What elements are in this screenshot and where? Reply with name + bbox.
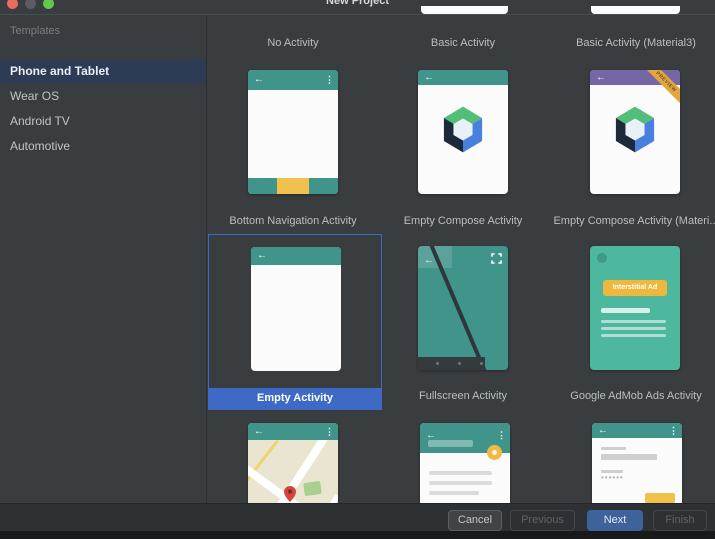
sidebar-header: Templates <box>10 25 60 37</box>
next-button[interactable]: Next <box>587 510 643 531</box>
template-card-google-maps-activity[interactable]: ← ⋮ <box>248 423 338 503</box>
sidebar-item-phone-and-tablet[interactable]: Phone and Tablet <box>0 59 206 84</box>
template-card-google-admob-ads-activity[interactable]: Interstitial Ad <box>590 246 680 370</box>
selected-template-cell-empty-activity[interactable]: ← Empty Activity <box>208 234 382 410</box>
cancel-button[interactable]: Cancel <box>448 510 502 531</box>
templates-sidebar: Templates Phone and Tablet Wear OS Andro… <box>0 16 207 503</box>
thumbnail-title-placeholder <box>428 440 473 447</box>
new-project-dialog: New Project Templates Phone and Tablet W… <box>0 0 715 539</box>
template-grid: No Activity Basic Activity Basic Activit… <box>208 16 715 503</box>
thumbnail-text-line <box>601 320 666 323</box>
fullscreen-expand-icon <box>491 251 502 269</box>
thumbnail-navigation-bar <box>418 357 485 370</box>
template-label-bottom-navigation-activity[interactable]: Bottom Navigation Activity <box>208 215 380 227</box>
back-arrow-icon: ← <box>254 427 264 437</box>
nav-segment <box>248 178 277 194</box>
template-card-bottom-edge <box>591 6 680 14</box>
back-arrow-icon: ← <box>257 251 267 261</box>
template-label-empty-compose-activity-material3[interactable]: Empty Compose Activity (Materi... <box>549 215 715 227</box>
sidebar-item-wear-os[interactable]: Wear OS <box>0 84 206 109</box>
overflow-menu-icon: ⋮ <box>497 431 506 440</box>
screen-bottom-strip <box>0 531 715 539</box>
map-pin-icon <box>284 486 296 503</box>
map-park-area <box>303 481 322 496</box>
sidebar-item-android-tv[interactable]: Android TV <box>0 109 206 134</box>
thumbnail-input-field <box>601 454 657 460</box>
fab-icon <box>487 445 502 460</box>
jetpack-compose-logo-icon <box>442 107 484 158</box>
template-card-empty-compose-activity[interactable]: ← <box>418 70 508 194</box>
thumbnail-text-line <box>601 327 666 330</box>
nav-dot-icon <box>480 362 483 365</box>
sidebar-nav: Phone and Tablet Wear OS Android TV Auto… <box>0 59 206 159</box>
sidebar-item-automotive[interactable]: Automotive <box>0 134 206 159</box>
template-card-bottom-navigation-activity[interactable]: ← ⋮ <box>248 70 338 194</box>
thumbnail-app-bar: ← ⋮ <box>248 423 338 440</box>
back-arrow-icon: ← <box>598 426 608 436</box>
template-card-fullscreen-activity[interactable]: ← <box>418 246 508 370</box>
thumbnail-app-bar: ← <box>251 247 341 265</box>
template-label-empty-compose-activity[interactable]: Empty Compose Activity <box>376 215 550 227</box>
template-label-no-activity[interactable]: No Activity <box>208 37 380 49</box>
thumbnail-password-dots: •••••• <box>601 474 624 482</box>
dialog-footer: Cancel Previous Next Finish <box>0 503 715 531</box>
thumbnail-status-dot-icon <box>597 253 607 263</box>
previous-button[interactable]: Previous <box>510 510 575 531</box>
template-label-basic-activity-material3[interactable]: Basic Activity (Material3) <box>549 37 715 49</box>
back-arrow-icon: ← <box>424 256 434 266</box>
thumbnail-app-bar: ← <box>418 70 508 85</box>
back-arrow-icon: ← <box>596 73 606 83</box>
overflow-menu-icon: ⋮ <box>325 76 334 85</box>
template-card-bottom-edge <box>421 6 508 14</box>
template-card-login-activity[interactable]: ← ⋮ •••••• <box>592 423 682 503</box>
thumbnail-field-label <box>601 447 626 450</box>
template-label-google-admob-ads-activity[interactable]: Google AdMob Ads Activity <box>549 390 715 402</box>
overflow-menu-icon: ⋮ <box>325 427 334 436</box>
thumbnail-text-line <box>429 491 479 495</box>
nav-dot-icon <box>458 362 461 365</box>
back-arrow-icon: ← <box>424 73 434 83</box>
nav-segment <box>309 178 338 194</box>
thumbnail-text-line <box>601 308 651 313</box>
nav-dot-icon <box>436 362 439 365</box>
thumbnail-map <box>248 440 338 503</box>
template-card-empty-activity[interactable]: ← <box>251 247 341 371</box>
thumbnail-app-bar: ← ⋮ <box>248 70 338 90</box>
template-label-basic-activity[interactable]: Basic Activity <box>376 37 550 49</box>
thumbnail-text-line <box>429 471 492 475</box>
thumbnail-sign-in-button <box>645 493 675 503</box>
thumbnail-text-line <box>429 481 492 485</box>
template-label-fullscreen-activity[interactable]: Fullscreen Activity <box>376 390 550 402</box>
thumbnail-text-line <box>601 334 666 337</box>
thumbnail-app-bar: ← ⋮ <box>592 423 682 438</box>
template-card-with-fab[interactable]: ← ⋮ <box>420 423 510 503</box>
back-arrow-icon: ← <box>254 75 264 85</box>
finish-button[interactable]: Finish <box>653 510 707 531</box>
overflow-menu-icon: ⋮ <box>669 426 678 435</box>
interstitial-ad-badge: Interstitial Ad <box>603 280 668 296</box>
thumbnail-bottom-nav-bar <box>248 178 338 194</box>
jetpack-compose-logo-icon <box>614 107 656 158</box>
template-card-empty-compose-activity-material3[interactable]: ← PREVIEW <box>590 70 680 194</box>
nav-segment-selected <box>277 178 309 194</box>
map-road <box>297 494 338 503</box>
template-label-empty-activity[interactable]: Empty Activity <box>209 388 381 409</box>
